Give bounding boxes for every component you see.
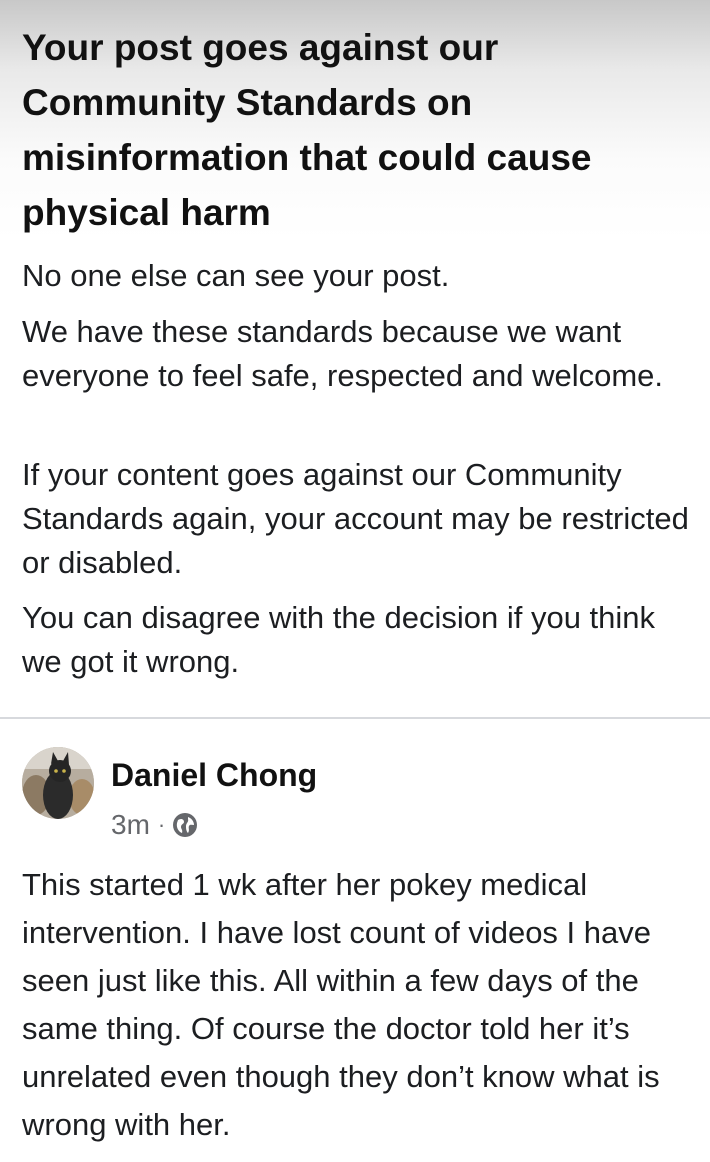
post-meta: 3m ·	[111, 807, 198, 843]
notice-warning-text: If your content goes against our Communi…	[22, 457, 689, 580]
globe-icon	[172, 812, 198, 838]
post-author-name[interactable]: Daniel Chong	[111, 755, 317, 795]
avatar[interactable]	[22, 747, 94, 819]
community-standards-notice: Your post goes against our Community Sta…	[0, 0, 710, 717]
notice-reason-text: We have these standards because we want …	[22, 314, 664, 393]
notice-disagree-text: You can disagree with the decision if yo…	[22, 600, 656, 679]
post-card: Daniel Chong 3m · This started 1 wk afte…	[0, 719, 710, 1162]
meta-separator: ·	[157, 812, 166, 837]
post-text: This started 1 wk after her pokey medica…	[22, 867, 660, 1142]
notice-visibility-text: No one else can see your post.	[22, 258, 450, 293]
post-timestamp[interactable]: 3m	[111, 809, 150, 841]
notice-title: Your post goes against our Community Sta…	[22, 27, 592, 233]
